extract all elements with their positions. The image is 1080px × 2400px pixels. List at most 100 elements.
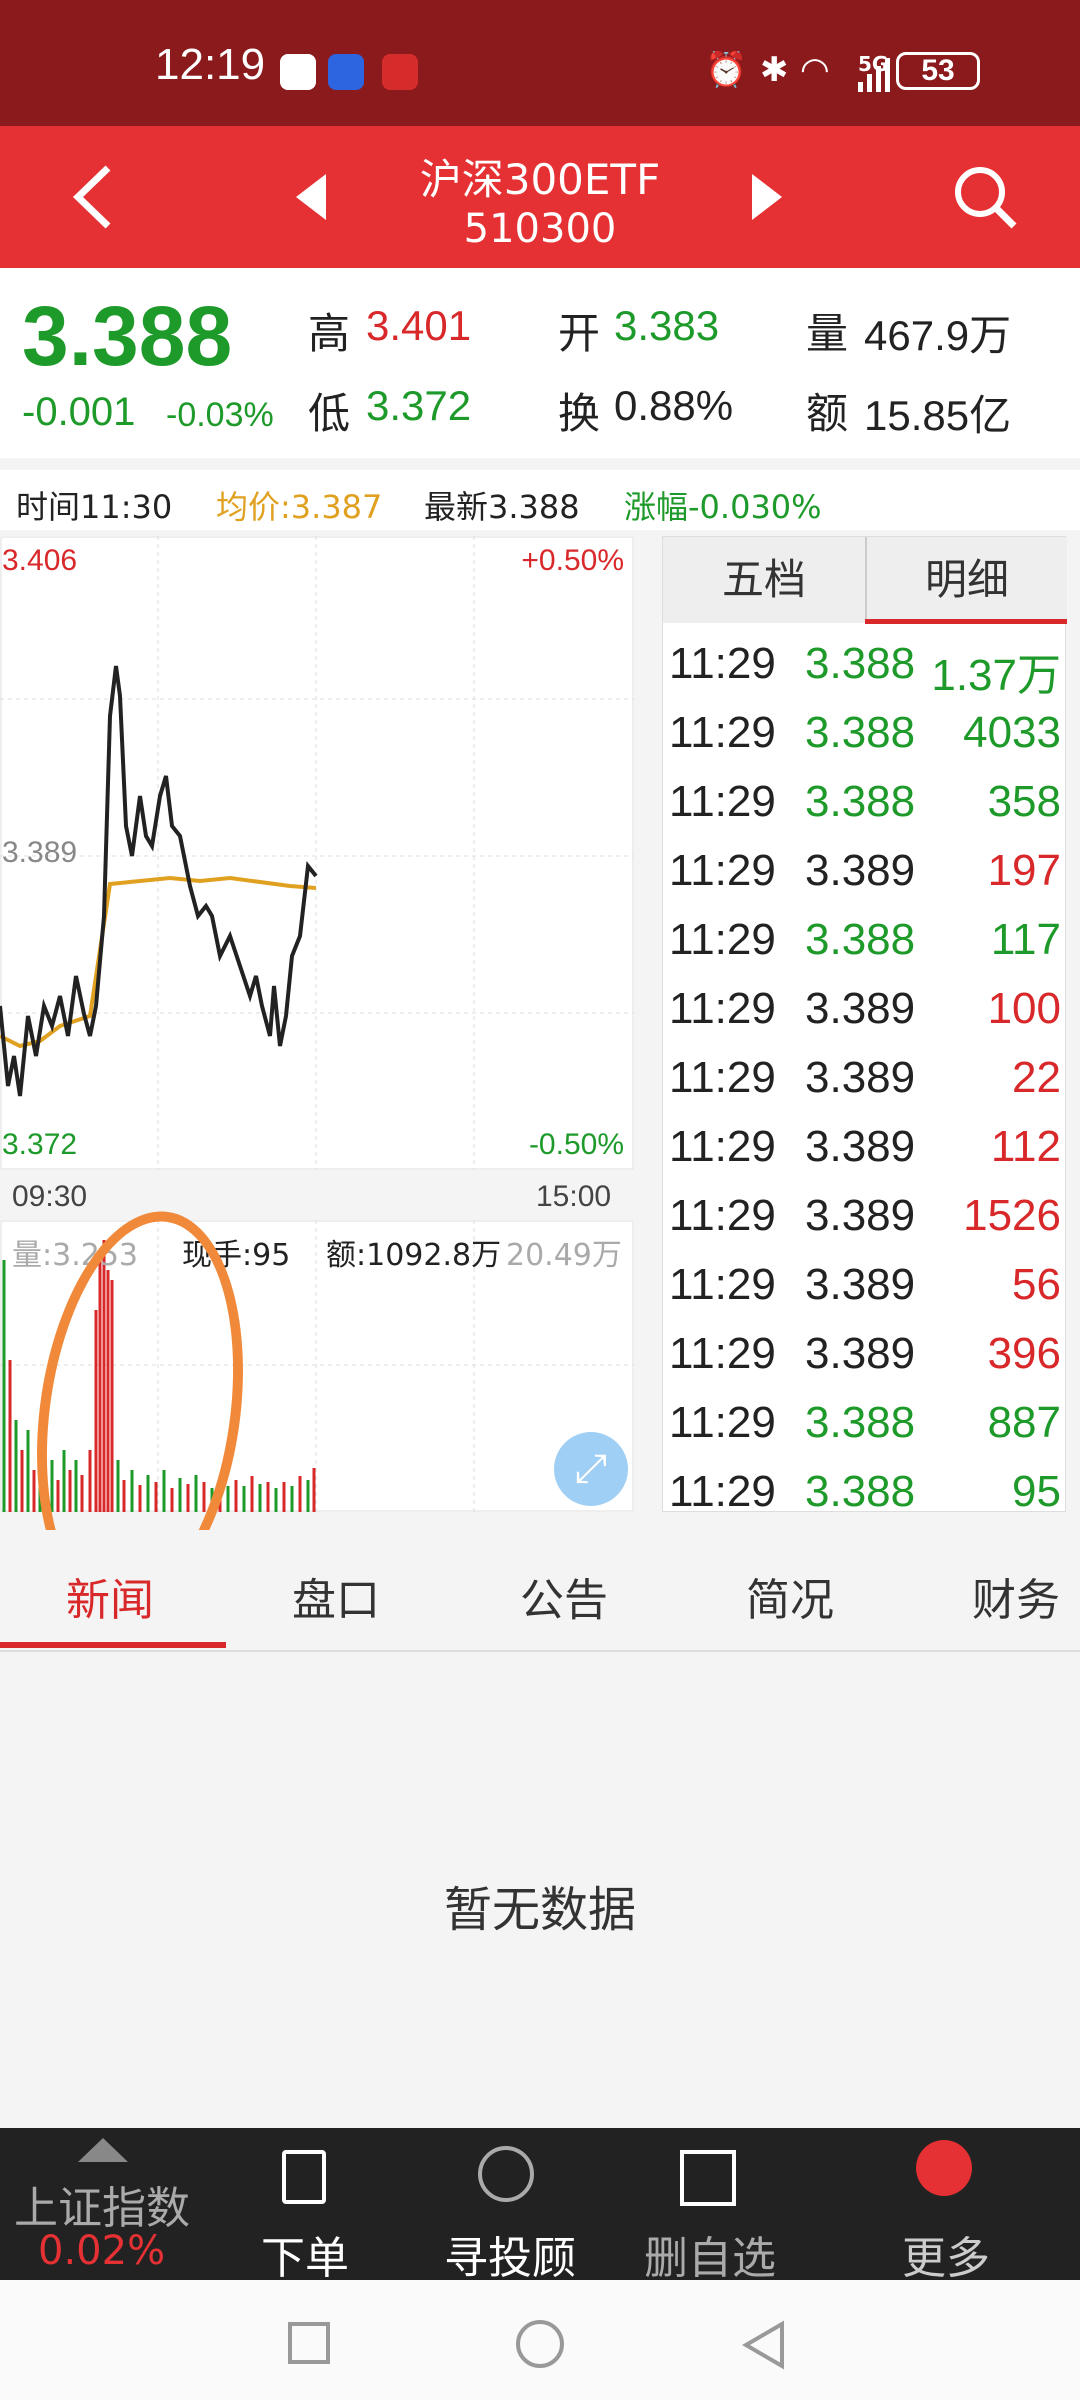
- tab-profile[interactable]: 简况: [746, 1564, 834, 1628]
- trade-volume: 358: [987, 777, 1061, 826]
- system-navigation-bar: [0, 2280, 1080, 2400]
- y-mid-label: 3.389: [2, 836, 78, 869]
- trade-volume: 887: [987, 1398, 1061, 1447]
- empty-state: 暂无数据: [443, 1882, 636, 1938]
- more-button[interactable]: 更多: [886, 2222, 1006, 2286]
- latest-price: 最新3.388: [424, 488, 580, 526]
- up-arrow-icon: [78, 2138, 128, 2162]
- trade-price: 3.388: [805, 639, 916, 688]
- turnover-label: 换: [558, 389, 601, 438]
- pct-min-label: -0.50%: [528, 1128, 624, 1161]
- search-icon[interactable]: [950, 162, 1020, 232]
- trade-time: 11:29: [669, 708, 776, 757]
- trade-volume: 396: [987, 1329, 1061, 1378]
- trade-time: 11:29: [669, 1053, 776, 1102]
- status-bar: 12:19 ⏰ ✱ ◠ 5G 53: [0, 0, 1080, 126]
- more-icon: [916, 2140, 972, 2196]
- trade-price: 3.389: [805, 984, 916, 1033]
- tape-row: 11:29 3.388 117: [663, 905, 1067, 974]
- vol-max-label: 20.49万: [506, 1238, 622, 1273]
- tab-announcements[interactable]: 公告: [520, 1564, 608, 1628]
- avg-price: 均价:3.387: [216, 488, 383, 526]
- trade-volume: 56: [1012, 1260, 1061, 1309]
- tab-news[interactable]: 新闻: [66, 1564, 154, 1628]
- x-start-label: 09:30: [12, 1180, 88, 1213]
- tape-row: 11:29 3.388 4033: [663, 698, 1067, 767]
- trade-price: 3.389: [805, 1122, 916, 1171]
- trade-time: 11:29: [669, 639, 776, 688]
- broker-app-icon: [382, 54, 418, 90]
- home-icon[interactable]: [516, 2320, 564, 2368]
- advisor-button[interactable]: 寻投顾: [430, 2222, 590, 2286]
- trade-volume: 95: [1012, 1467, 1061, 1516]
- trade-price: 3.388: [805, 777, 916, 826]
- tape-row: 11:29 3.389 396: [663, 1319, 1067, 1388]
- index-name[interactable]: 上证指数: [14, 2172, 190, 2236]
- trade-volume: 1526: [963, 1191, 1061, 1240]
- low-value: 3.372: [366, 382, 472, 429]
- high-value: 3.401: [366, 302, 472, 349]
- back-icon[interactable]: [70, 162, 114, 232]
- trade-time: 11:29: [669, 1329, 776, 1378]
- trade-volume: 22: [1012, 1053, 1061, 1102]
- trade-time: 11:29: [669, 984, 776, 1033]
- recents-icon[interactable]: [288, 2322, 330, 2364]
- stock-name: 沪深300ETF: [419, 155, 661, 204]
- tape-row: 11:29 3.389 100: [663, 974, 1067, 1043]
- chart-info-row: 时间11:30 均价:3.387 最新3.388 涨幅-0.030%: [0, 470, 1080, 530]
- tape-row: 11:29 3.389 1526: [663, 1181, 1067, 1250]
- order-button[interactable]: 下单: [250, 2222, 360, 2286]
- trade-volume: 197: [987, 846, 1061, 895]
- app-icon: [328, 54, 364, 90]
- trade-price: 3.388: [805, 915, 916, 964]
- info-tabs: 新闻 盘口 公告 简况 财务: [0, 1530, 1080, 1652]
- pct-max-label: +0.50%: [521, 544, 624, 577]
- tape-row: 11:29 3.389 22: [663, 1043, 1067, 1112]
- price-change-pct: -0.03%: [166, 396, 274, 434]
- trade-time: 11:29: [669, 777, 776, 826]
- trade-time: 11:29: [669, 1260, 776, 1309]
- trade-price: 3.389: [805, 1053, 916, 1102]
- order-icon: [282, 2150, 326, 2204]
- tab-underline: [0, 1642, 226, 1648]
- trade-volume: 117: [990, 915, 1061, 964]
- trade-volume: 4033: [963, 708, 1061, 757]
- intraday-chart[interactable]: 3.406 3.389 3.372 +0.50% -0.50%: [0, 536, 634, 1170]
- low-label: 低: [308, 389, 351, 438]
- next-stock-icon[interactable]: [752, 174, 782, 220]
- trade-volume: 1.37万: [931, 651, 1061, 700]
- signal-icon: [858, 58, 890, 92]
- trade-price: 3.389: [805, 1329, 916, 1378]
- y-min-label: 3.372: [2, 1128, 78, 1161]
- tab-order-panel[interactable]: 盘口: [292, 1564, 380, 1628]
- amount-value: 15.85亿: [864, 392, 1012, 439]
- back-nav-icon[interactable]: [742, 2320, 786, 2370]
- change-pct: 涨幅-0.030%: [624, 488, 822, 526]
- trade-tape: 五档 明细 11:29 3.388 1.37万 11:29 3.388 4033 11:29…: [662, 536, 1067, 1516]
- cursor-time: 时间11:30: [16, 488, 173, 526]
- expand-icon[interactable]: ⤢: [554, 1432, 628, 1506]
- last-price: 3.388: [22, 289, 233, 383]
- chat-app-icon: [280, 54, 316, 90]
- trade-price: 3.388: [805, 1467, 916, 1516]
- trade-time: 11:29: [669, 1467, 776, 1516]
- tape-row: 11:29 3.388 95: [663, 1457, 1067, 1526]
- y-max-label: 3.406: [2, 544, 78, 577]
- prev-stock-icon[interactable]: [296, 174, 326, 220]
- remove-watchlist-button[interactable]: 删自选: [630, 2222, 790, 2286]
- tab-tick-detail[interactable]: 明细: [865, 537, 1067, 623]
- trade-time: 11:29: [669, 915, 776, 964]
- trade-time: 11:29: [669, 846, 776, 895]
- trade-price: 3.389: [805, 1260, 916, 1309]
- open-label: 开: [558, 309, 601, 358]
- index-change: 0.02%: [38, 2228, 166, 2274]
- wifi-icon: ◠: [800, 50, 830, 90]
- tape-row: 11:29 3.388 1.37万: [663, 629, 1067, 700]
- bluetooth-icon: ✱: [760, 50, 789, 90]
- tab-order-book[interactable]: 五档: [663, 537, 865, 623]
- amount-label: 额: [806, 389, 849, 438]
- trade-price: 3.389: [805, 1191, 916, 1240]
- tab-finance[interactable]: 财务: [972, 1564, 1060, 1628]
- x-end-label: 15:00: [536, 1180, 612, 1213]
- trade-price: 3.388: [805, 708, 916, 757]
